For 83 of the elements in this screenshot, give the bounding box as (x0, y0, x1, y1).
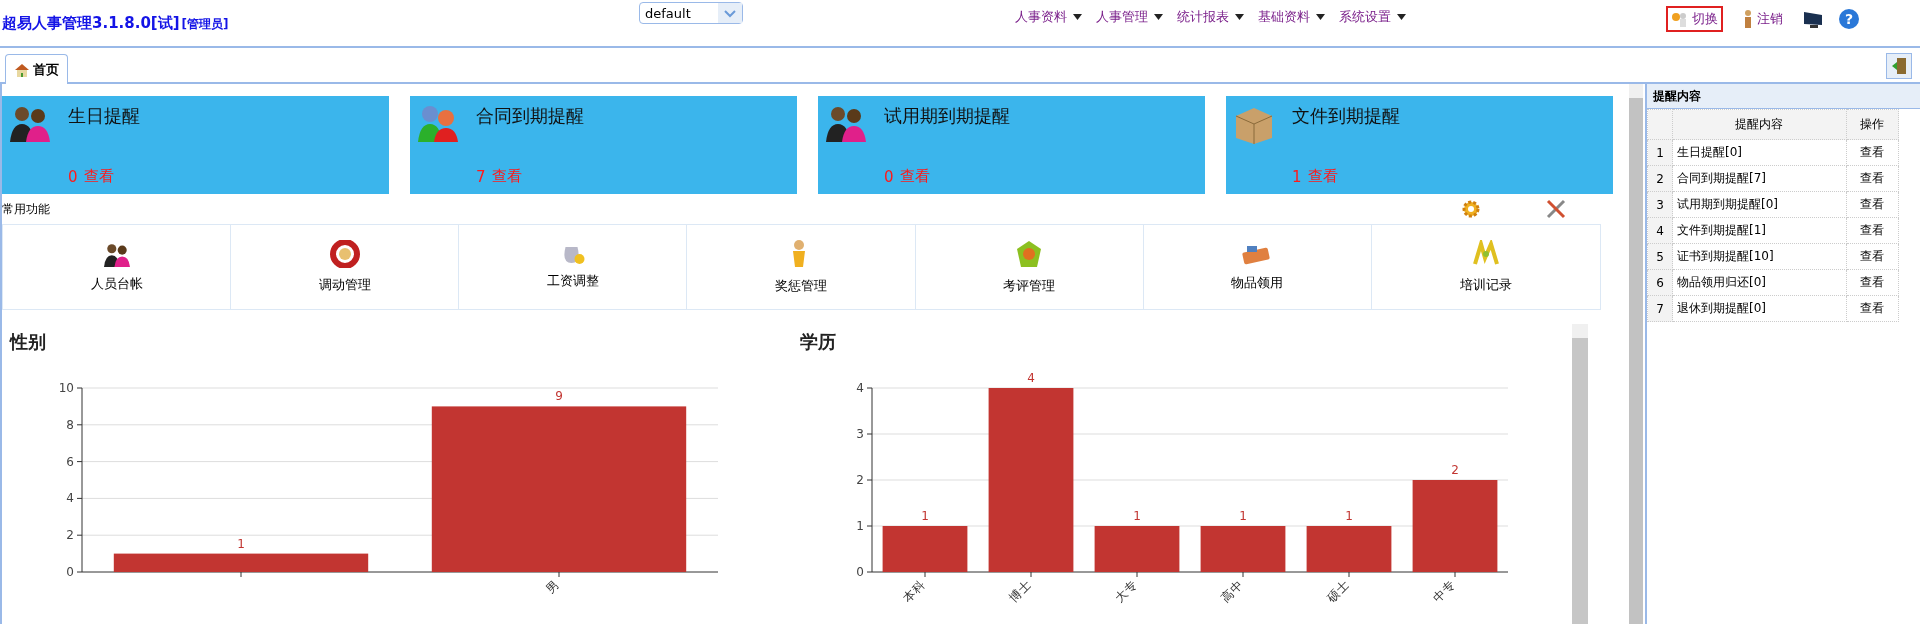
gear-icon[interactable] (1461, 199, 1481, 219)
axis-tick-label: 4 (856, 381, 864, 395)
card-title: 生日提醒 (68, 104, 141, 128)
row-number: 4 (1647, 217, 1673, 244)
category-label: 高中 (1218, 578, 1246, 606)
column-header: 提醒内容 (1672, 109, 1847, 140)
data-label: 1 (921, 509, 929, 523)
axis-tick-label: 3 (856, 427, 864, 441)
section-title: 常用功能 (2, 200, 51, 218)
reminder-count: 0 (68, 168, 78, 186)
reminder-count: 0 (884, 168, 894, 186)
caret-icon (1235, 14, 1244, 20)
data-label: 1 (237, 536, 245, 551)
axis-tick-label: 4 (66, 491, 74, 506)
caret-icon (1073, 14, 1082, 20)
row-number: 7 (1647, 295, 1673, 322)
table-cell: 证书到期提醒[10] (1672, 243, 1847, 270)
row-number: 5 (1647, 243, 1673, 270)
axis-tick-label: 0 (856, 565, 864, 579)
badge-icon (1015, 239, 1044, 269)
axis-tick-label: 2 (856, 473, 864, 487)
header-link[interactable]: 切换 (1666, 6, 1723, 32)
help-icon[interactable]: ? (1838, 8, 1860, 30)
menu-item[interactable]: 人事管理 (1096, 8, 1163, 26)
chart-title: 性别 (8, 330, 47, 354)
category-label: 硕士 (1324, 578, 1352, 606)
category-label: 中专 (1430, 578, 1458, 606)
figure-icon (1742, 10, 1754, 28)
theme-select[interactable]: default (639, 2, 743, 24)
user-role: [管理员] (181, 16, 229, 33)
panel-title: 提醒内容 (1647, 84, 1920, 109)
card-title: 合同到期提醒 (476, 104, 585, 128)
door-icon (1891, 57, 1907, 75)
data-label: 9 (555, 389, 563, 404)
column-header: 操作 (1846, 109, 1899, 140)
table-cell: 合同到期提醒[7] (1672, 165, 1847, 192)
ring-icon (329, 240, 360, 268)
reminder-count: 7 (476, 168, 486, 186)
data-label: 1 (1239, 509, 1247, 523)
table-cell: 退休到期提醒[0] (1672, 295, 1847, 322)
axis-tick-label: 10 (58, 381, 74, 395)
house-icon (14, 62, 30, 77)
row-number: 3 (1647, 191, 1673, 218)
axis-tick-label: 1 (856, 519, 864, 533)
card-title: 试用期到期提醒 (884, 104, 1011, 128)
chart-title: 学历 (799, 330, 837, 354)
axis-tick-label: 2 (66, 528, 74, 543)
caret-icon (1154, 14, 1163, 20)
row-number: 1 (1647, 139, 1673, 166)
people-icon (101, 241, 132, 267)
category-label: 男 (542, 578, 562, 597)
menu-item[interactable]: 人事资料 (1015, 8, 1082, 26)
category-label: 本科 (900, 578, 928, 606)
table-cell: 试用期到期提醒[0] (1672, 191, 1847, 218)
data-label: 1 (1133, 509, 1141, 523)
reminder-count: 1 (1292, 168, 1302, 186)
category-label: 大专 (1112, 578, 1140, 606)
menu-item[interactable]: 基础资料 (1258, 8, 1325, 26)
row-number: 2 (1647, 165, 1673, 192)
scrollbar[interactable] (1572, 324, 1588, 624)
axis-tick-label: 8 (66, 417, 74, 432)
table-cell: 物品领用归还[0] (1672, 269, 1847, 296)
data-label: 4 (1027, 371, 1035, 385)
menu-item[interactable]: 统计报表 (1177, 8, 1244, 26)
tab[interactable]: 首页 (5, 54, 68, 84)
data-label: 2 (1451, 463, 1459, 477)
people-icon (1671, 11, 1689, 27)
menu-item[interactable]: 系统设置 (1339, 8, 1406, 26)
scrollbar[interactable] (1629, 84, 1643, 624)
data-label: 1 (1345, 509, 1353, 523)
app-title: 超易人事管理3.1.8.0[试] (2, 14, 180, 33)
caret-icon (1316, 14, 1325, 20)
caret-icon (1397, 14, 1406, 20)
chevron-down-icon[interactable] (718, 3, 742, 23)
table-cell: 文件到期提醒[1] (1672, 217, 1847, 244)
axis-tick-label: 0 (66, 565, 74, 579)
table-cell: 生日提醒[0] (1672, 139, 1847, 166)
header-link[interactable]: 注销 (1737, 6, 1788, 32)
row-number: 6 (1647, 269, 1673, 296)
axis-tick-label: 6 (66, 454, 74, 469)
category-label: 博士 (1006, 578, 1034, 606)
card-title: 文件到期提醒 (1292, 104, 1401, 128)
exit-button[interactable] (1886, 53, 1912, 79)
